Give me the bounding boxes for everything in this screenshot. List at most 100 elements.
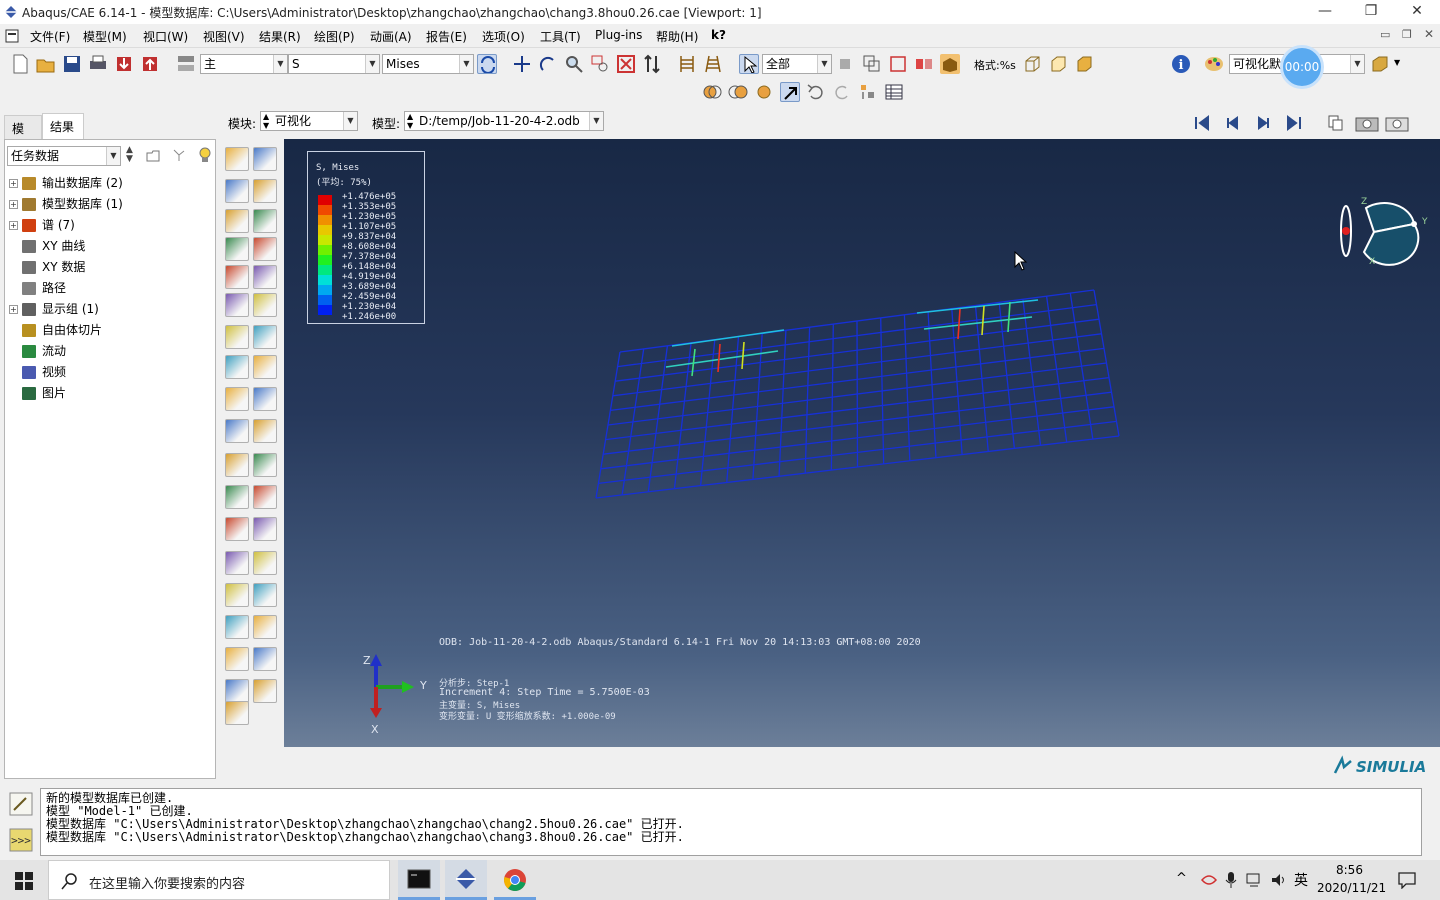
copy-viewport-icon[interactable] bbox=[1326, 113, 1346, 133]
message-area-icon[interactable] bbox=[9, 792, 33, 816]
mesh-plot[interactable] bbox=[284, 139, 1440, 747]
last-frame-icon[interactable] bbox=[1284, 113, 1304, 133]
viewport[interactable]: S, Mises (平均: 75%) +1.476e+05 +1.353e+05 +… bbox=[284, 139, 1440, 747]
next-frame-icon[interactable] bbox=[1254, 113, 1274, 133]
translate-icon[interactable] bbox=[858, 82, 878, 102]
replace-selected-icon[interactable] bbox=[914, 54, 934, 74]
ime-indicator[interactable]: 英 bbox=[1294, 870, 1308, 890]
tray-app-icon[interactable] bbox=[1200, 872, 1218, 888]
message-log[interactable]: 新的模型数据库已创建. 模型 "Model-1" 已创建. 模型数据库 "C:\Us… bbox=[40, 788, 1422, 856]
remove-selected-icon[interactable] bbox=[888, 54, 908, 74]
animate-tool-icon[interactable] bbox=[253, 293, 277, 317]
sort-arrows-icon[interactable]: ▲ ▼ bbox=[126, 146, 133, 164]
clock-date[interactable]: 2020/11/21 bbox=[1317, 881, 1386, 895]
mdi-restore-icon[interactable]: ❐ bbox=[1402, 28, 1412, 41]
notification-icon[interactable] bbox=[1397, 871, 1417, 889]
section-point-tool-icon[interactable] bbox=[225, 517, 249, 541]
probe-tool-icon[interactable] bbox=[225, 419, 249, 443]
result-option-tool-icon[interactable] bbox=[225, 551, 249, 575]
menu-view[interactable]: 视图(V) bbox=[203, 28, 245, 45]
animate-tool-icon[interactable] bbox=[225, 293, 249, 317]
pan-icon[interactable] bbox=[512, 54, 532, 74]
query-arrow-icon[interactable] bbox=[780, 82, 800, 102]
overlay-icon[interactable] bbox=[728, 82, 748, 102]
microphone-icon[interactable] bbox=[1224, 871, 1238, 889]
xy-data-tool-icon[interactable] bbox=[225, 325, 249, 349]
invariant-combo[interactable]: Mises ▼ bbox=[382, 54, 474, 74]
single-plot-icon[interactable] bbox=[754, 82, 774, 102]
camera-icon[interactable] bbox=[1354, 112, 1380, 132]
first-frame-icon[interactable] bbox=[1192, 113, 1212, 133]
menu-viewport[interactable]: 视口(W) bbox=[143, 28, 188, 45]
system-menu-icon[interactable] bbox=[5, 29, 19, 43]
menu-report[interactable]: 报告(E) bbox=[426, 28, 467, 45]
previous-frame-icon[interactable] bbox=[1222, 113, 1242, 133]
query-tool-icon[interactable] bbox=[225, 453, 249, 477]
menu-options[interactable]: 选项(O) bbox=[482, 28, 525, 45]
close-button[interactable]: ✕ bbox=[1394, 0, 1440, 24]
deformed-shape-tool-icon[interactable] bbox=[225, 179, 249, 203]
expand-icon[interactable]: + bbox=[9, 221, 18, 230]
export-icon[interactable] bbox=[140, 54, 160, 74]
view-cut-tool-icon[interactable] bbox=[253, 647, 277, 671]
selection-option-icon[interactable] bbox=[835, 54, 855, 74]
selection-filter-combo[interactable]: 全部 ▼ bbox=[762, 54, 832, 74]
section-point-tool-icon[interactable] bbox=[253, 517, 277, 541]
menu-tools[interactable]: 工具(T) bbox=[540, 28, 581, 45]
rotate-icon[interactable] bbox=[538, 54, 558, 74]
free-body-tool-icon[interactable] bbox=[253, 583, 277, 607]
menu-plot[interactable]: 绘图(P) bbox=[314, 28, 355, 45]
symbol-plot-tool-icon[interactable] bbox=[225, 237, 249, 261]
tab-model[interactable]: 模型 bbox=[4, 115, 42, 153]
model-combo[interactable]: ▲ ▼ D:/temp/Job-11-20-4-2.odb ▼ bbox=[404, 111, 604, 131]
field-output-combo[interactable]: S ▼ bbox=[288, 54, 380, 74]
stream-tool-icon[interactable] bbox=[253, 615, 277, 639]
deformed-shape-tool-icon[interactable] bbox=[253, 179, 277, 203]
shaded-icon[interactable] bbox=[1074, 54, 1094, 74]
result-option-tool-icon[interactable] bbox=[253, 551, 277, 575]
clock-time[interactable]: 8:56 bbox=[1336, 863, 1363, 877]
expand-icon[interactable]: + bbox=[9, 305, 18, 314]
undeformed-shape-tool-icon[interactable] bbox=[253, 209, 277, 233]
restore-button[interactable]: ❐ bbox=[1348, 0, 1394, 24]
network-icon[interactable] bbox=[1246, 872, 1264, 888]
menu-plugins[interactable]: Plug-ins bbox=[595, 28, 642, 42]
cycle-views-icon[interactable] bbox=[642, 54, 662, 74]
tree-filter-icon[interactable] bbox=[171, 147, 187, 163]
stream-tool-icon[interactable] bbox=[225, 615, 249, 639]
tray-overflow-icon[interactable]: ^ bbox=[1176, 871, 1187, 886]
save-icon[interactable] bbox=[62, 54, 82, 74]
expand-icon[interactable]: + bbox=[9, 200, 18, 209]
minimize-button[interactable]: — bbox=[1302, 0, 1348, 24]
undeformed-shape-tool-icon[interactable] bbox=[225, 209, 249, 233]
path-tool-icon[interactable] bbox=[253, 355, 277, 379]
report-tool-icon[interactable] bbox=[225, 387, 249, 411]
menu-whats-this[interactable]: k? bbox=[711, 28, 726, 42]
color-code-icon[interactable] bbox=[940, 54, 960, 74]
new-file-icon[interactable] bbox=[10, 54, 30, 74]
menu-help[interactable]: 帮助(H) bbox=[656, 28, 698, 45]
common-options-tool-icon[interactable] bbox=[253, 679, 277, 703]
display-group-tool-icon[interactable] bbox=[225, 485, 249, 509]
menu-file[interactable]: 文件(F) bbox=[30, 28, 70, 45]
mdi-close-icon[interactable]: ✕ bbox=[1424, 27, 1434, 41]
report-tool-icon[interactable] bbox=[253, 387, 277, 411]
mesh-icon[interactable] bbox=[677, 54, 697, 74]
wireframe-icon[interactable] bbox=[1022, 54, 1042, 74]
menu-model[interactable]: 模型(M) bbox=[83, 28, 127, 45]
mdi-minimize-icon[interactable]: ▭ bbox=[1380, 28, 1390, 41]
zoom-icon[interactable] bbox=[564, 54, 584, 74]
lightbulb-icon[interactable] bbox=[197, 146, 213, 164]
undo-icon[interactable] bbox=[806, 82, 826, 102]
taskbar-app-terminal[interactable] bbox=[398, 860, 440, 900]
command-line-icon[interactable]: >>> bbox=[9, 828, 33, 852]
open-folder-icon[interactable] bbox=[36, 54, 56, 74]
tree-filter-combo[interactable]: 任务数据 ▼ bbox=[7, 146, 121, 166]
import-icon[interactable] bbox=[114, 54, 134, 74]
deformed-mesh-icon[interactable] bbox=[703, 54, 723, 74]
taskbar-app-abaqus[interactable] bbox=[445, 860, 487, 900]
display-group-tool-icon[interactable] bbox=[253, 485, 277, 509]
step-combo[interactable]: 主 ▼ bbox=[200, 54, 288, 74]
select-cursor-icon[interactable] bbox=[739, 54, 759, 74]
taskbar-search-box[interactable]: 在这里输入你要搜索的内容 bbox=[48, 860, 390, 900]
